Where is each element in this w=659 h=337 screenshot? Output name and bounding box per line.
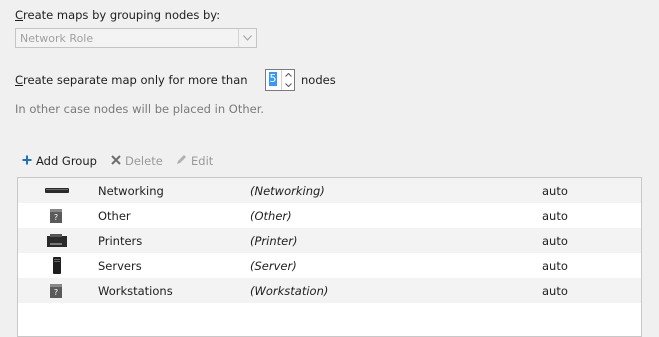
group-filter: (Printer)	[250, 234, 298, 248]
table-row[interactable]: Printers (Printer) auto	[18, 228, 641, 253]
network-switch-icon	[44, 181, 70, 200]
spin-down-icon[interactable]	[282, 80, 294, 90]
grouping-label: Create maps by grouping nodes by:	[15, 8, 220, 22]
group-mode: auto	[542, 259, 568, 273]
add-group-label: Add Group	[36, 154, 97, 168]
printer-icon	[44, 231, 70, 250]
group-filter: (Server)	[250, 259, 297, 273]
plus-icon	[22, 154, 32, 168]
threshold-suffix: nodes	[301, 73, 336, 87]
edit-label: Edit	[191, 154, 214, 168]
unknown-device-icon: ?	[44, 206, 70, 225]
chevron-down-icon	[238, 29, 256, 47]
group-name: Workstations	[98, 284, 173, 298]
table-row[interactable]: ? Other (Other) auto	[18, 203, 641, 228]
threshold-hint: In other case nodes will be placed in Ot…	[15, 102, 265, 116]
delete-x-icon	[111, 154, 121, 168]
group-mode: auto	[542, 209, 568, 223]
server-icon	[44, 256, 70, 275]
vertical-scrollbar[interactable]	[642, 177, 659, 332]
threshold-spinner[interactable]: 5	[265, 69, 295, 91]
spin-up-icon[interactable]	[282, 70, 294, 80]
group-mode: auto	[542, 184, 568, 198]
delete-button[interactable]: Delete	[111, 154, 163, 168]
grouping-label-text: reate maps by grouping nodes by:	[23, 8, 221, 22]
table-row[interactable]: Servers (Server) auto	[18, 253, 641, 278]
pencil-icon	[176, 154, 187, 168]
group-name: Networking	[98, 184, 164, 198]
grouping-label-accel: C	[15, 8, 24, 22]
threshold-label-accel: C	[15, 73, 24, 87]
group-filter: (Workstation)	[250, 284, 329, 298]
threshold-label: Create separate map only for more than	[15, 73, 248, 87]
group-name: Servers	[98, 259, 142, 273]
group-name: Other	[98, 209, 131, 223]
delete-label: Delete	[125, 154, 163, 168]
group-mode: auto	[542, 234, 568, 248]
add-group-button[interactable]: Add Group	[22, 154, 97, 168]
group-mode: auto	[542, 284, 568, 298]
group-name: Printers	[98, 234, 143, 248]
threshold-label-text: reate separate map only for more than	[23, 73, 248, 87]
grouping-select-value: Network Role	[20, 32, 94, 45]
edit-button[interactable]: Edit	[176, 154, 213, 168]
grouping-select[interactable]: Network Role	[15, 28, 257, 48]
group-filter: (Networking)	[250, 184, 325, 198]
svg-text:?: ?	[54, 213, 58, 222]
table-row[interactable]: Networking (Networking) auto	[18, 178, 641, 203]
workstation-icon: ?	[44, 281, 70, 300]
svg-text:?: ?	[54, 288, 58, 297]
table-row[interactable]: ? Workstations (Workstation) auto	[18, 278, 641, 303]
group-table[interactable]: Networking (Networking) auto ? Other (Ot…	[17, 177, 642, 337]
threshold-value[interactable]: 5	[269, 72, 277, 86]
group-filter: (Other)	[250, 209, 292, 223]
